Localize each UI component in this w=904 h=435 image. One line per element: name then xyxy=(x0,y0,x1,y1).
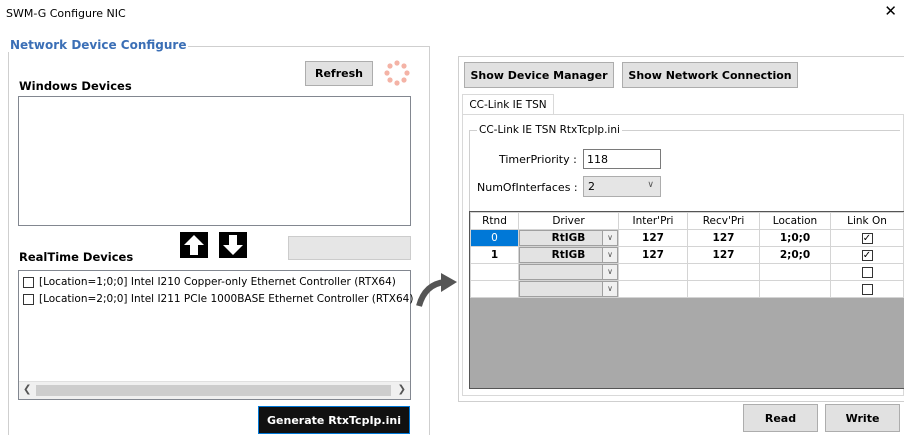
close-icon[interactable]: ✕ xyxy=(884,2,897,20)
transfer-arrow-icon xyxy=(415,270,459,310)
loading-spinner-icon xyxy=(384,60,410,86)
arrow-down-icon xyxy=(223,235,243,255)
rtnd-cell[interactable] xyxy=(470,263,519,281)
refresh-button[interactable]: Refresh xyxy=(305,61,373,86)
column-header-inter-pri: Inter'Pri xyxy=(618,212,688,230)
move-up-button[interactable] xyxy=(180,232,208,258)
scroll-left-icon[interactable]: ❮ xyxy=(23,384,31,395)
tab-cc-link-ie-tsn[interactable]: CC-Link IE TSN xyxy=(462,94,554,115)
rtnd-cell[interactable]: 1 xyxy=(470,246,519,264)
link-on-checkbox[interactable] xyxy=(861,266,873,278)
windows-devices-label: Windows Devices xyxy=(19,79,132,93)
table-row[interactable]: ∨ xyxy=(470,280,904,298)
num-interfaces-value: 2 xyxy=(588,180,595,193)
driver-cell[interactable]: RtIGB ∨ xyxy=(518,246,619,264)
link-on-cell[interactable]: ✓ xyxy=(830,229,904,247)
device-checkbox[interactable] xyxy=(23,293,34,305)
recv-pri-cell[interactable]: 127 xyxy=(687,229,760,247)
device-label: [Location=1;0;0] Intel I210 Copper-only … xyxy=(39,276,396,288)
window-title: SWM-G Configure NIC xyxy=(6,7,126,20)
write-button[interactable]: Write xyxy=(825,404,900,432)
column-header-location: Location xyxy=(759,212,831,230)
interfaces-table[interactable]: Rtnd Driver Inter'Pri Recv'Pri Location … xyxy=(470,212,904,298)
location-cell[interactable] xyxy=(759,263,831,281)
location-cell[interactable]: 1;0;0 xyxy=(759,229,831,247)
rtnd-cell[interactable] xyxy=(470,280,519,298)
tab-panel: CC-Link IE TSN RtxTcpIp.ini TimerPriorit… xyxy=(462,114,904,396)
show-device-manager-button[interactable]: Show Device Manager xyxy=(464,62,614,88)
link-on-checkbox[interactable] xyxy=(861,283,873,295)
num-interfaces-select[interactable]: 2 ∨ xyxy=(583,176,661,197)
chevron-down-icon[interactable]: ∨ xyxy=(602,265,617,279)
realtime-devices-list[interactable]: [Location=1;0;0] Intel I210 Copper-only … xyxy=(18,270,413,400)
location-cell[interactable] xyxy=(759,280,831,298)
link-on-cell[interactable]: ✓ xyxy=(830,246,904,264)
device-list-item[interactable]: [Location=2;0;0] Intel I211 PCIe 1000BAS… xyxy=(23,291,413,307)
column-header-rtnd: Rtnd xyxy=(470,212,519,230)
chevron-down-icon[interactable]: ∨ xyxy=(602,231,617,245)
table-row[interactable]: 1 RtIGB ∨ 127 127 2;0;0 ✓ xyxy=(470,246,904,264)
show-network-connection-button[interactable]: Show Network Connection xyxy=(622,62,798,88)
driver-value: RtIGB xyxy=(551,232,586,244)
recv-pri-cell[interactable]: 127 xyxy=(687,246,760,264)
ini-group xyxy=(469,130,900,212)
timer-priority-input[interactable]: 118 xyxy=(583,149,661,169)
column-header-link-on: Link On xyxy=(830,212,904,230)
scroll-right-icon[interactable]: ❯ xyxy=(398,384,406,395)
driver-cell[interactable]: ∨ xyxy=(518,280,619,298)
inter-pri-cell[interactable]: 127 xyxy=(618,246,688,264)
table-row[interactable]: 0 RtIGB ∨ 127 127 1;0;0 ✓ xyxy=(470,229,904,247)
num-interfaces-label: NumOfInterfaces : xyxy=(477,181,578,194)
column-header-recv-pri: Recv'Pri xyxy=(687,212,760,230)
arrow-up-icon xyxy=(184,235,204,255)
driver-value: RtIGB xyxy=(551,249,586,261)
table-row[interactable]: ∨ xyxy=(470,263,904,281)
chevron-down-icon[interactable]: ∨ xyxy=(602,282,617,296)
driver-cell[interactable]: RtIGB ∨ xyxy=(518,229,619,247)
location-cell[interactable]: 2;0;0 xyxy=(759,246,831,264)
network-device-group-title: Network Device Configure xyxy=(8,38,189,52)
timer-priority-label: TimerPriority : xyxy=(499,153,577,166)
status-field xyxy=(288,236,411,260)
link-on-checkbox[interactable]: ✓ xyxy=(861,249,873,261)
recv-pri-cell[interactable] xyxy=(687,263,760,281)
column-header-driver: Driver xyxy=(518,212,619,230)
realtime-devices-label: RealTime Devices xyxy=(19,250,134,264)
driver-cell[interactable]: ∨ xyxy=(518,263,619,281)
inter-pri-cell[interactable] xyxy=(618,280,688,298)
read-button[interactable]: Read xyxy=(743,404,818,432)
inter-pri-cell[interactable] xyxy=(618,263,688,281)
ini-group-title: CC-Link IE TSN RtxTcpIp.ini xyxy=(477,124,622,136)
move-down-button[interactable] xyxy=(219,232,247,258)
horizontal-scrollbar[interactable]: ❮ ❯ xyxy=(19,381,410,399)
chevron-down-icon: ∨ xyxy=(647,180,654,190)
device-list-item[interactable]: [Location=1;0;0] Intel I210 Copper-only … xyxy=(23,274,396,290)
recv-pri-cell[interactable] xyxy=(687,280,760,298)
rtnd-cell[interactable]: 0 xyxy=(470,229,519,247)
link-on-cell[interactable] xyxy=(830,280,904,298)
chevron-down-icon[interactable]: ∨ xyxy=(602,248,617,262)
device-label: [Location=2;0;0] Intel I211 PCIe 1000BAS… xyxy=(39,293,414,305)
link-on-cell[interactable] xyxy=(830,263,904,281)
scrollbar-thumb[interactable] xyxy=(36,385,391,396)
inter-pri-cell[interactable]: 127 xyxy=(618,229,688,247)
device-checkbox[interactable] xyxy=(23,276,34,288)
windows-devices-list[interactable] xyxy=(18,96,411,226)
generate-ini-button[interactable]: Generate RtxTcpIp.ini xyxy=(258,406,410,434)
link-on-checkbox[interactable]: ✓ xyxy=(861,232,873,244)
